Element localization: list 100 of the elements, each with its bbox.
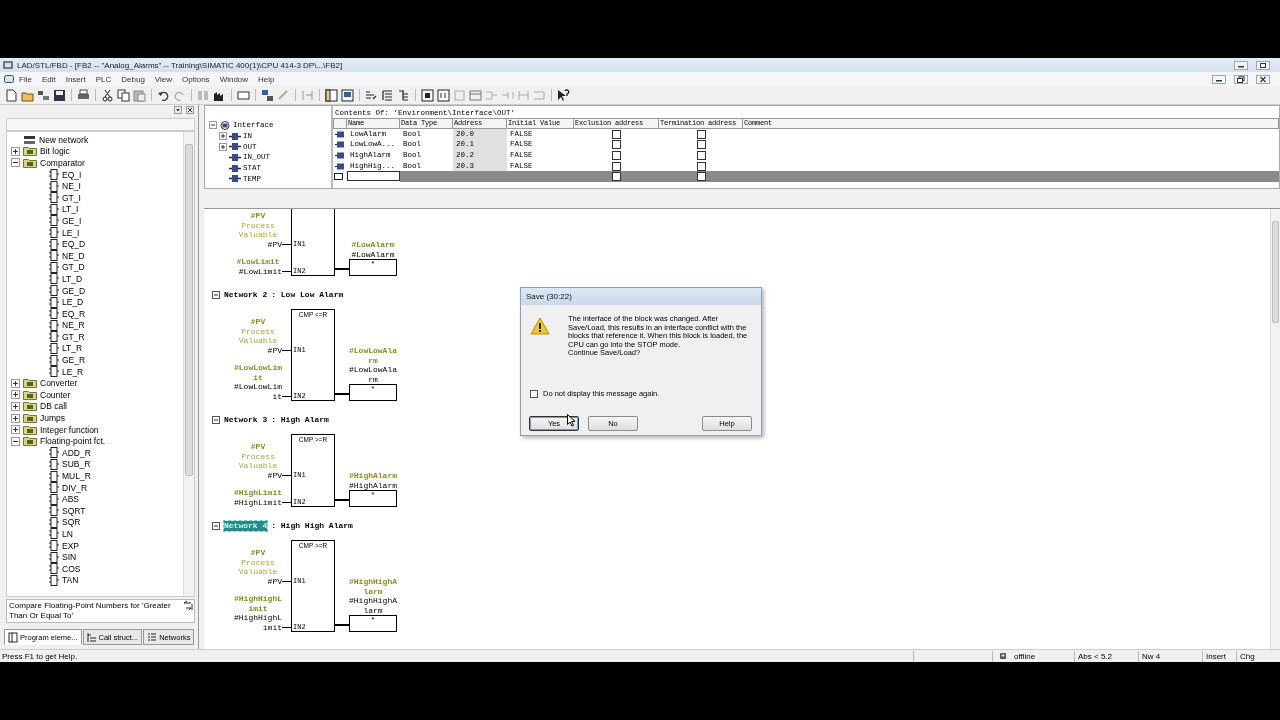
menu-item[interactable]: View	[149, 74, 178, 84]
tree-item[interactable]: EQ_I	[62, 169, 82, 180]
tree-item[interactable]: SUB_R	[62, 459, 91, 470]
tree-item[interactable]: LE_I	[62, 227, 80, 238]
checkbox[interactable]	[612, 161, 621, 171]
checkbox[interactable]	[612, 129, 621, 139]
checkbox[interactable]	[612, 140, 621, 150]
tree-item[interactable]: LT_I	[62, 204, 79, 215]
collapse-icon[interactable]	[11, 436, 20, 446]
tree-item[interactable]: ADD_R	[62, 447, 91, 458]
menu-item[interactable]: File	[14, 74, 37, 84]
checkbox[interactable]	[530, 389, 538, 398]
tree-item[interactable]: GT_R	[62, 331, 85, 342]
tree-item[interactable]: SQR	[62, 517, 81, 528]
toolbar-icon[interactable]	[421, 88, 434, 102]
expand-icon[interactable]	[11, 146, 20, 156]
menu-item[interactable]: Help	[253, 74, 280, 84]
cut-icon[interactable]	[101, 88, 114, 102]
minimize-icon[interactable]	[1234, 60, 1248, 70]
checkbox[interactable]	[696, 150, 706, 160]
minimize-icon[interactable]	[1212, 74, 1226, 84]
checkbox[interactable]	[696, 161, 706, 171]
toolbar-icon[interactable]	[37, 88, 50, 102]
help-pointer-icon[interactable]	[557, 88, 570, 102]
menu-item[interactable]: Debug	[116, 74, 150, 84]
scroll-thumb[interactable]	[1272, 221, 1279, 323]
new-file-icon[interactable]	[5, 88, 18, 102]
tree-item[interactable]: GE_R	[62, 355, 86, 366]
tree-item[interactable]: EXP	[62, 540, 79, 551]
tree-item[interactable]: GT_I	[62, 192, 81, 203]
tree-item[interactable]: EQ_R	[62, 308, 86, 319]
toolbar-icon[interactable]	[261, 88, 274, 102]
copy-icon[interactable]	[117, 88, 130, 102]
network-label[interactable]: Network 3	[224, 415, 268, 425]
tree-item[interactable]: NE_D	[62, 250, 85, 261]
menu-item[interactable]: PLC	[90, 74, 117, 84]
save-icon[interactable]	[53, 88, 66, 102]
tree-item[interactable]: Jumps	[40, 413, 66, 424]
tree-item[interactable]: NE_R	[62, 320, 85, 331]
checkbox[interactable]	[696, 140, 706, 150]
dropdown-icon[interactable]	[174, 106, 182, 114]
expand-icon[interactable]	[11, 413, 20, 423]
tree-item[interactable]: DB call	[40, 401, 67, 412]
tree-item[interactable]: Counter	[40, 389, 71, 400]
tree-item[interactable]: GE_I	[62, 215, 82, 226]
expand-icon[interactable]	[11, 378, 20, 388]
scroll-thumb[interactable]	[185, 144, 193, 476]
network-label[interactable]: Network 4	[224, 521, 268, 531]
toolbar-icon[interactable]	[397, 88, 410, 102]
restore-icon[interactable]	[1234, 74, 1248, 84]
tree-item[interactable]: NE_I	[62, 181, 81, 192]
tree-item[interactable]: DIV_R	[62, 482, 88, 493]
menu-item[interactable]: Insert	[60, 74, 91, 84]
network-label[interactable]: Network 2	[224, 290, 268, 300]
checkbox[interactable]	[612, 172, 621, 182]
tree-item[interactable]: MUL_R	[62, 471, 91, 481]
tree-item[interactable]: Floating-point fct.	[40, 436, 106, 447]
maximize-icon[interactable]	[1256, 60, 1270, 70]
expand-icon[interactable]	[219, 142, 227, 151]
tree-item[interactable]: LE_D	[62, 297, 84, 308]
tree-item[interactable]: Integer function	[40, 424, 99, 435]
menu-item[interactable]: Edit	[36, 74, 61, 84]
menu-item[interactable]: Options	[177, 74, 215, 84]
scrollbar[interactable]	[1270, 209, 1280, 649]
tree-item[interactable]: LT_R	[62, 343, 83, 354]
close-icon[interactable]	[1256, 74, 1270, 84]
expand-icon[interactable]	[11, 401, 20, 411]
scrollbar[interactable]	[183, 132, 194, 596]
tree-item[interactable]: Converter	[40, 378, 78, 389]
tree-item[interactable]: LN	[62, 529, 73, 539]
paste-icon[interactable]	[133, 88, 146, 102]
toolbar-icon[interactable]	[325, 88, 338, 102]
tree-item[interactable]: New network	[39, 134, 89, 145]
expand-icon[interactable]	[11, 390, 20, 400]
tree-item[interactable]: Comparator	[40, 158, 85, 168]
checkbox[interactable]	[696, 172, 706, 182]
collapse-icon[interactable]	[11, 158, 20, 168]
toolbar-icon[interactable]	[341, 88, 354, 102]
tree-item[interactable]: Bit logic	[40, 146, 70, 157]
tree-item[interactable]: TAN	[62, 575, 79, 586]
tree-item[interactable]: EQ_D	[62, 239, 86, 250]
tree-item[interactable]: LT_D	[62, 273, 83, 284]
close-icon[interactable]	[186, 106, 194, 114]
tree-item[interactable]: ABS	[62, 494, 79, 505]
checkbox[interactable]	[612, 150, 621, 160]
checkbox[interactable]	[696, 129, 706, 139]
collapse-icon[interactable]	[212, 416, 220, 424]
tree-item[interactable]: COS	[62, 563, 81, 574]
tree-item[interactable]: GE_D	[62, 285, 86, 296]
tree-item[interactable]: GT_D	[62, 262, 85, 273]
menu-item[interactable]: Window	[214, 74, 254, 84]
input-field[interactable]	[347, 171, 400, 182]
tree-item[interactable]: SQRT	[62, 505, 86, 516]
expand-icon[interactable]	[219, 132, 227, 141]
expand-icon[interactable]	[11, 425, 20, 435]
tree-item[interactable]: SIN	[62, 552, 77, 563]
collapse-icon[interactable]	[212, 522, 220, 530]
print-icon[interactable]	[77, 88, 90, 102]
collapse-icon[interactable]	[212, 291, 220, 299]
tree-item[interactable]: LE_R	[62, 366, 84, 377]
